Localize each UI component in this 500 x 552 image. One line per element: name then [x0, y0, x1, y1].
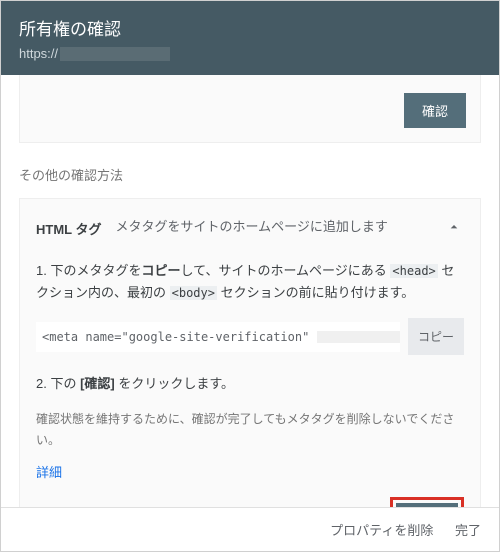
modal-header: 所有権の確認 https://: [1, 1, 499, 75]
details-link[interactable]: 詳細: [36, 462, 62, 481]
chevron-up-icon: [446, 219, 462, 235]
confirm-highlight: 確認: [390, 497, 464, 507]
site-url: https://: [19, 46, 481, 61]
url-masked: [60, 47, 170, 61]
meta-masked: [317, 331, 400, 343]
done-link[interactable]: 完了: [455, 523, 481, 538]
method-name: HTML タグ: [36, 217, 101, 238]
step-2: 2. 下の [確認] をクリックします。: [36, 373, 464, 395]
method-description: メタタグをサイトのホームページに追加します: [115, 217, 430, 238]
collapse-toggle[interactable]: [444, 217, 464, 237]
body-tag-code: <body>: [170, 286, 217, 300]
modal-title: 所有権の確認: [19, 15, 481, 40]
url-prefix: https://: [19, 46, 58, 61]
method-header-row: HTML タグ メタタグをサイトのホームページに追加します: [36, 217, 464, 238]
head-tag-code: <head>: [390, 264, 437, 278]
other-methods-heading: その他の確認方法: [19, 165, 481, 184]
method-actions: 確認: [36, 497, 464, 507]
modal-footer: プロパティを削除 完了: [1, 507, 499, 551]
step-1: 1. 下のメタタグをコピーして、サイトのホームページにある <head> セクシ…: [36, 260, 464, 304]
copy-button[interactable]: コピー: [408, 318, 464, 355]
ownership-verification-modal: 所有権の確認 https:// 確認 その他の確認方法 HTML タグ メタタグ…: [0, 0, 500, 552]
modal-body[interactable]: 確認 その他の確認方法 HTML タグ メタタグをサイトのホームページに追加しま…: [1, 75, 499, 507]
html-tag-method-card: HTML タグ メタタグをサイトのホームページに追加します 1. 下のメタタグを…: [19, 198, 481, 507]
primary-method-card: 確認: [19, 75, 481, 143]
retention-note: 確認状態を維持するために、確認が完了してもメタタグを削除しないでください。: [36, 409, 464, 450]
remove-property-link[interactable]: プロパティを削除: [330, 523, 433, 538]
confirm-button-primary[interactable]: 確認: [404, 93, 466, 128]
meta-tag-row: <meta name="google-site-verification" コピ…: [36, 318, 464, 355]
meta-tag-text[interactable]: <meta name="google-site-verification": [36, 322, 400, 352]
